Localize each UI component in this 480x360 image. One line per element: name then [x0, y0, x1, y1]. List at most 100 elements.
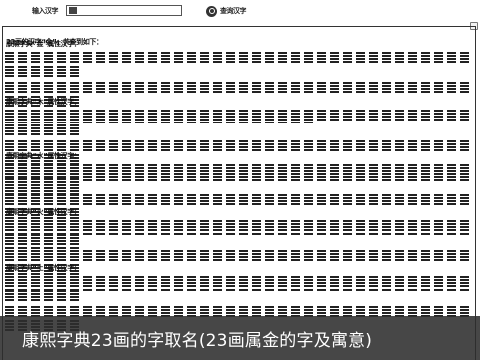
char-link[interactable] [135, 140, 144, 152]
char-link[interactable] [122, 140, 131, 152]
char-link[interactable] [369, 52, 378, 64]
char-link[interactable] [5, 250, 14, 262]
char-link[interactable] [265, 220, 274, 232]
char-link[interactable] [83, 220, 92, 232]
char-link[interactable] [148, 82, 157, 94]
char-link[interactable] [213, 220, 222, 232]
char-link[interactable] [57, 66, 66, 78]
char-link[interactable] [70, 194, 79, 206]
char-link[interactable] [31, 52, 40, 64]
char-link[interactable] [395, 276, 404, 288]
char-link[interactable] [265, 140, 274, 152]
char-link[interactable] [278, 250, 287, 262]
char-link[interactable] [447, 194, 456, 206]
char-link[interactable] [5, 66, 14, 78]
char-link[interactable] [421, 82, 430, 94]
char-link[interactable] [421, 52, 430, 64]
char-link[interactable] [239, 52, 248, 64]
char-search-input[interactable] [66, 5, 182, 16]
char-link[interactable] [343, 276, 352, 288]
char-link[interactable] [434, 250, 443, 262]
char-link[interactable] [408, 276, 417, 288]
char-link[interactable] [200, 250, 209, 262]
char-link[interactable] [252, 194, 261, 206]
char-link[interactable] [57, 250, 66, 262]
char-link[interactable] [434, 194, 443, 206]
char-link[interactable] [187, 140, 196, 152]
char-link[interactable] [187, 82, 196, 94]
char-link[interactable] [460, 194, 469, 206]
char-link[interactable] [226, 164, 235, 176]
char-link[interactable] [57, 290, 66, 302]
char-link[interactable] [291, 250, 300, 262]
char-link[interactable] [148, 140, 157, 152]
char-link[interactable] [330, 110, 339, 122]
char-link[interactable] [421, 140, 430, 152]
char-link[interactable] [356, 110, 365, 122]
char-link[interactable] [343, 194, 352, 206]
char-link[interactable] [122, 52, 131, 64]
char-link[interactable] [356, 140, 365, 152]
char-link[interactable] [57, 194, 66, 206]
char-link[interactable] [148, 250, 157, 262]
char-link[interactable] [44, 110, 53, 122]
char-link[interactable] [70, 164, 79, 176]
char-link[interactable] [83, 250, 92, 262]
char-link[interactable] [408, 140, 417, 152]
char-link[interactable] [239, 140, 248, 152]
char-link[interactable] [330, 82, 339, 94]
char-link[interactable] [96, 140, 105, 152]
char-link[interactable] [148, 110, 157, 122]
char-link[interactable] [5, 164, 14, 176]
char-link[interactable] [291, 220, 300, 232]
char-link[interactable] [109, 220, 118, 232]
char-link[interactable] [174, 82, 183, 94]
char-link[interactable] [304, 164, 313, 176]
char-link[interactable] [135, 164, 144, 176]
char-link[interactable] [96, 276, 105, 288]
char-link[interactable] [83, 194, 92, 206]
char-link[interactable] [395, 110, 404, 122]
char-link[interactable] [278, 276, 287, 288]
char-link[interactable] [161, 82, 170, 94]
char-link[interactable] [434, 140, 443, 152]
char-link[interactable] [304, 52, 313, 64]
char-link[interactable] [96, 250, 105, 262]
char-link[interactable] [369, 140, 378, 152]
char-link[interactable] [148, 276, 157, 288]
char-link[interactable] [252, 220, 261, 232]
char-link[interactable] [18, 178, 27, 190]
char-link[interactable] [187, 52, 196, 64]
char-link[interactable] [239, 220, 248, 232]
char-link[interactable] [135, 82, 144, 94]
char-link[interactable] [278, 82, 287, 94]
char-link[interactable] [265, 52, 274, 64]
char-link[interactable] [447, 82, 456, 94]
char-link[interactable] [382, 110, 391, 122]
char-link[interactable] [161, 194, 170, 206]
char-link[interactable] [57, 52, 66, 64]
char-link[interactable] [408, 220, 417, 232]
char-link[interactable] [70, 178, 79, 190]
char-link[interactable] [31, 178, 40, 190]
char-link[interactable] [382, 194, 391, 206]
char-link[interactable] [330, 276, 339, 288]
char-link[interactable] [31, 66, 40, 78]
char-link[interactable] [135, 194, 144, 206]
char-link[interactable] [57, 276, 66, 288]
char-link[interactable] [83, 164, 92, 176]
char-link[interactable] [109, 276, 118, 288]
char-link[interactable] [57, 164, 66, 176]
char-link[interactable] [239, 250, 248, 262]
char-link[interactable] [330, 164, 339, 176]
char-link[interactable] [96, 52, 105, 64]
char-link[interactable] [421, 250, 430, 262]
char-link[interactable] [18, 220, 27, 232]
char-link[interactable] [434, 52, 443, 64]
char-link[interactable] [213, 82, 222, 94]
char-link[interactable] [304, 220, 313, 232]
char-link[interactable] [187, 194, 196, 206]
char-link[interactable] [83, 276, 92, 288]
char-link[interactable] [174, 276, 183, 288]
char-link[interactable] [434, 220, 443, 232]
